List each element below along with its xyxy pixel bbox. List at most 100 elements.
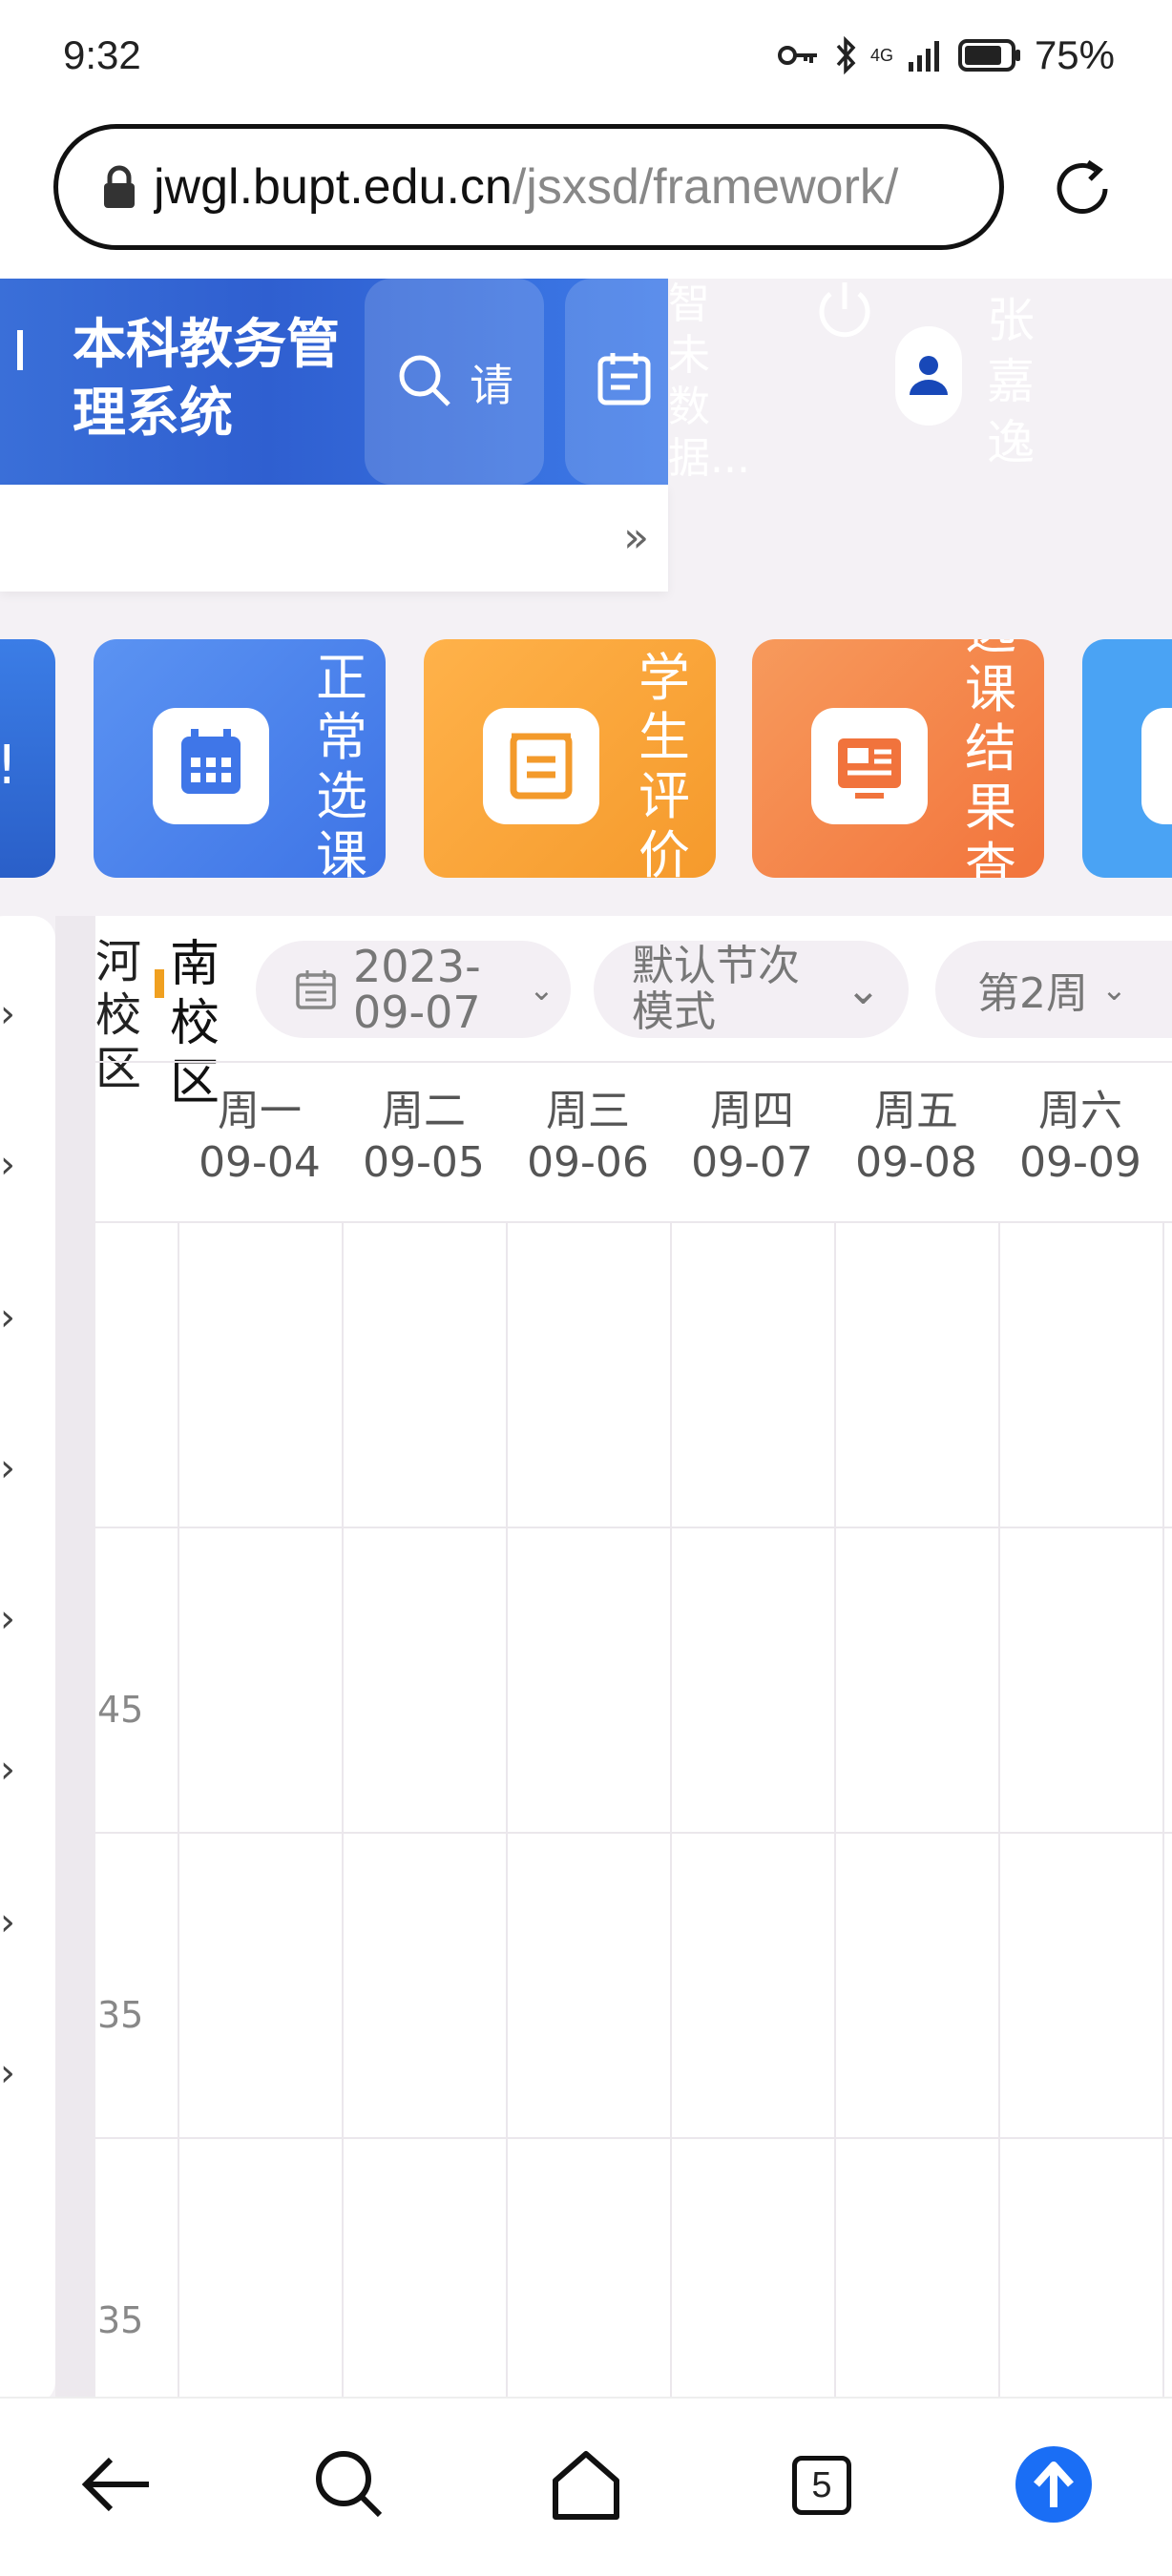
- quick-card-selection-result[interactable]: 选课结果查询: [752, 639, 1044, 878]
- day-header: 周四 09-07: [670, 1086, 834, 1189]
- status-time: 9:32: [63, 32, 141, 77]
- day-date: 09-09: [1019, 1138, 1141, 1187]
- document-icon: [838, 738, 901, 799]
- time-label: 45: [97, 1689, 144, 1731]
- time-label: 35: [97, 2299, 144, 2341]
- grid-line: [342, 1223, 344, 2397]
- chevron-right-icon[interactable]: ›: [0, 1143, 15, 1187]
- day-header: 周六 09-09: [998, 1086, 1162, 1189]
- back-button[interactable]: [69, 2437, 164, 2532]
- user-icon: [910, 356, 948, 395]
- clipboard-icon: [510, 733, 573, 800]
- grid-line: [95, 1527, 1172, 1528]
- lock-icon: [104, 165, 135, 208]
- grid-line: [95, 1832, 1172, 1834]
- grid-line: [506, 1223, 508, 2397]
- web-page: 本科教务管理系统 请 智未数据... 张嘉逸 » ! 正常选课: [0, 279, 1172, 2397]
- chevron-right-icon[interactable]: ›: [0, 1296, 15, 1340]
- grid-line: [670, 1223, 672, 2397]
- quick-card-partial-left[interactable]: !: [0, 639, 55, 878]
- period-mode-select[interactable]: 默认节次模式 ⌄: [594, 941, 909, 1038]
- day-name: 周四: [710, 1087, 794, 1135]
- chevron-down-icon: ⌄: [1101, 971, 1127, 1008]
- side-menu: › › › › › › › ›: [0, 916, 55, 2397]
- url-text[interactable]: jwgl.bupt.edu.cn/jsxsd/framework/: [154, 158, 965, 216]
- calendar-icon: [296, 970, 336, 1009]
- quick-card-icon-box: [483, 708, 599, 824]
- battery-icon: [957, 39, 1020, 72]
- quick-card-icon-box: [811, 708, 928, 824]
- day-date: 09-04: [199, 1138, 321, 1187]
- bluetooth-icon: [836, 36, 856, 74]
- power-icon[interactable]: [813, 279, 876, 345]
- calendar-button[interactable]: [565, 279, 668, 485]
- day-name: 周三: [546, 1087, 630, 1135]
- avatar[interactable]: [895, 326, 962, 426]
- notice-bar: »: [0, 485, 668, 592]
- grid-line: [178, 1223, 179, 2397]
- url-host: jwgl.bupt.edu.cn: [154, 159, 513, 215]
- key-icon: [777, 46, 817, 65]
- search-button[interactable]: [302, 2437, 397, 2532]
- header-banner: 本科教务管理系统 请: [0, 279, 668, 485]
- calendar-icon: [597, 353, 651, 405]
- double-chevron-right-icon[interactable]: »: [623, 513, 649, 562]
- status-icons: 4G 75%: [777, 32, 1115, 78]
- chevron-right-icon[interactable]: ›: [0, 1748, 15, 1792]
- date-value: 2023-09-07: [353, 941, 481, 1038]
- week-select[interactable]: 第2周 ⌄: [935, 941, 1172, 1038]
- quick-card-label: 选课结果查询: [965, 639, 1016, 878]
- day-header: 周一 09-04: [178, 1086, 342, 1189]
- chevron-right-icon[interactable]: ›: [0, 992, 15, 1036]
- quick-card-course-selection[interactable]: 正常选课: [94, 639, 386, 878]
- quick-card-icon-box: [153, 708, 269, 824]
- grid-line: [95, 1221, 1172, 1223]
- ghost-text: 智未数据...: [668, 280, 750, 483]
- status-bar: 9:32 4G 75%: [0, 0, 1172, 114]
- schedule-panel: 河校区 南校区 2023-09-07 ⌄ 默认节次模式 ⌄ 第2周 ⌄ 周一 09…: [95, 916, 1172, 2397]
- grid-line: [834, 1223, 836, 2397]
- arrow-left-icon: [81, 2457, 149, 2512]
- user-name[interactable]: 张嘉逸: [987, 290, 1044, 473]
- search-icon: [399, 355, 450, 406]
- address-bar[interactable]: jwgl.bupt.edu.cn/jsxsd/framework/: [53, 124, 1004, 250]
- grid-line: [95, 2137, 1172, 2139]
- day-header: 周二 09-05: [342, 1086, 506, 1189]
- search-button[interactable]: 请: [365, 279, 544, 485]
- day-name: 周二: [382, 1087, 466, 1135]
- grid-line: [1162, 1223, 1164, 2397]
- battery-level: 75%: [1034, 32, 1115, 77]
- search-label: 请: [470, 360, 513, 411]
- quick-card-label: 学生评价: [638, 648, 690, 879]
- home-button[interactable]: [538, 2437, 634, 2532]
- signal-icon: [908, 41, 939, 72]
- day-date: 09-06: [527, 1138, 649, 1187]
- day-name: 周五: [874, 1087, 958, 1135]
- day-name: 周六: [1038, 1087, 1122, 1135]
- network-label: 4G: [869, 46, 893, 65]
- campus-tab-a[interactable]: 河校区: [95, 935, 141, 1095]
- tabs-button[interactable]: 5: [771, 2437, 867, 2532]
- day-date: 09-07: [691, 1138, 813, 1187]
- upload-button[interactable]: [1006, 2437, 1101, 2532]
- quick-card-icon-box: [1141, 708, 1172, 824]
- bottom-nav: 5: [0, 2397, 1172, 2576]
- home-icon: [553, 2451, 619, 2520]
- quick-card-label: 正常选课: [316, 648, 367, 879]
- reload-icon[interactable]: [1046, 153, 1119, 225]
- grid-divider: [95, 1061, 1172, 1063]
- quick-card-student-evaluation[interactable]: 学生评价: [424, 639, 716, 878]
- grid-line: [998, 1223, 1000, 2397]
- day-date: 09-08: [855, 1138, 977, 1187]
- arrow-up-circle-icon: [1015, 2446, 1092, 2523]
- chevron-right-icon[interactable]: ›: [0, 1901, 15, 1944]
- chevron-right-icon[interactable]: ›: [0, 1597, 15, 1641]
- chevron-right-icon[interactable]: ›: [0, 2051, 15, 2095]
- quick-card-partial-right[interactable]: [1082, 639, 1172, 878]
- tab-count: 5: [792, 2456, 851, 2515]
- chevron-right-icon[interactable]: ›: [0, 1446, 15, 1490]
- date-picker[interactable]: 2023-09-07 ⌄: [256, 941, 571, 1038]
- period-mode-value: 默认节次模式: [632, 942, 800, 1036]
- day-date: 09-05: [363, 1138, 485, 1187]
- title-separator: [17, 330, 23, 370]
